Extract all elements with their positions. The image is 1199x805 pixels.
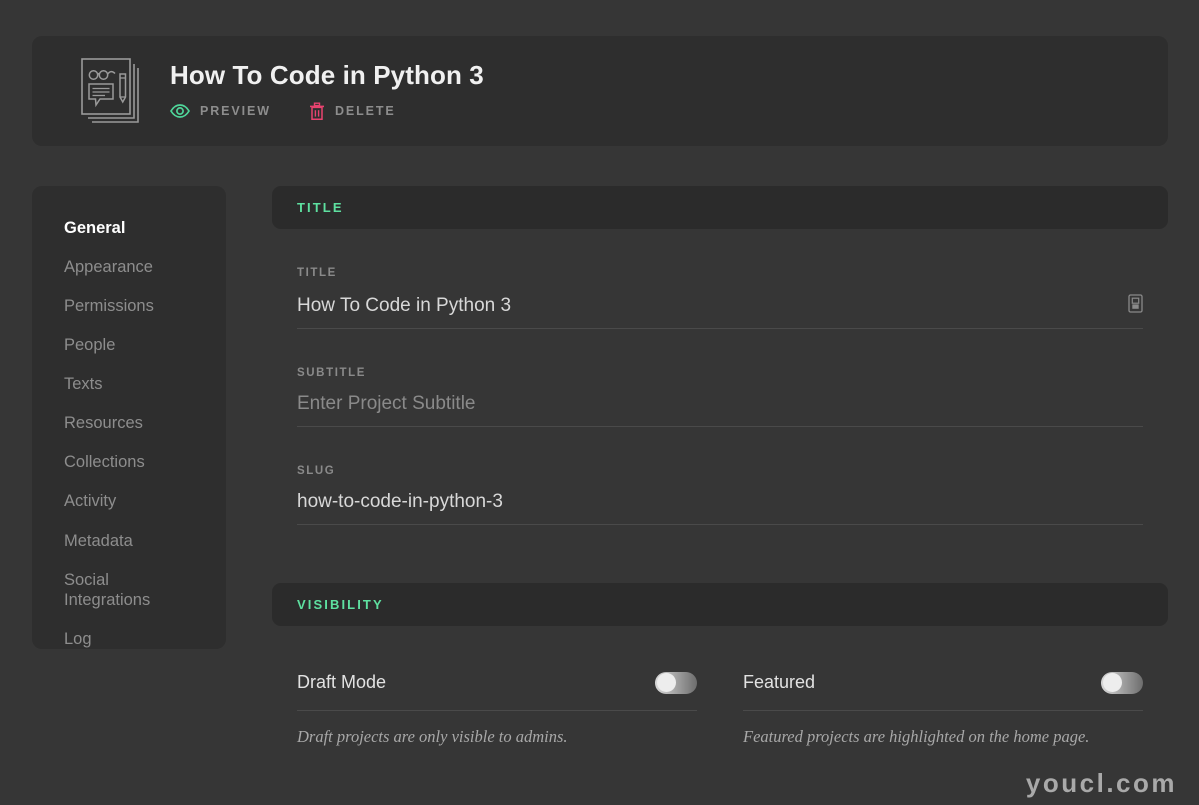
project-stack-icon [80, 57, 148, 125]
app-page: How To Code in Python 3 Preview [0, 0, 1199, 805]
field-title: TITLE How To Code in Python 3 [297, 229, 1143, 329]
sidebar-item-texts[interactable]: Texts [64, 365, 194, 404]
sidebar-item-social-integrations[interactable]: Social Integrations [64, 560, 194, 619]
sidebar-item-permissions[interactable]: Permissions [64, 286, 194, 325]
trash-icon [309, 102, 325, 121]
section-header-title: TITLE [272, 186, 1168, 229]
header-actions: Preview Delete [170, 102, 484, 121]
featured-group: Featured Featured projects are highlight… [743, 671, 1143, 747]
visibility-toggle-grid: Draft Mode Draft projects are only visib… [272, 671, 1168, 747]
featured-toggle[interactable] [1101, 671, 1143, 694]
page-title: How To Code in Python 3 [170, 60, 484, 91]
draft-mode-row: Draft Mode [297, 671, 697, 711]
section-header-visibility-label: VISIBILITY [297, 596, 384, 612]
draft-mode-toggle[interactable] [655, 671, 697, 694]
delete-button[interactable]: Delete [309, 102, 396, 121]
sidebar-item-general[interactable]: General [64, 208, 194, 247]
project-header-card: How To Code in Python 3 Preview [32, 36, 1168, 146]
featured-toggle-knob [1102, 673, 1122, 693]
field-slug-input-row[interactable]: how-to-code-in-python-3 [297, 491, 1143, 525]
draft-mode-label: Draft Mode [297, 672, 387, 693]
sidebar-item-appearance[interactable]: Appearance [64, 247, 194, 286]
visibility-section: VISIBILITY Draft Mode Draft projects are… [272, 582, 1168, 747]
section-header-visibility: VISIBILITY [272, 582, 1168, 626]
draft-mode-group: Draft Mode Draft projects are only visib… [297, 671, 697, 747]
sidebar-item-log[interactable]: Log [64, 619, 194, 658]
featured-label: Featured [743, 672, 816, 693]
field-subtitle: SUBTITLE Enter Project Subtitle [297, 329, 1143, 427]
draft-mode-help-text: Draft projects are only visible to admin… [297, 726, 568, 746]
sidebar-item-activity[interactable]: Activity [64, 482, 194, 521]
sidebar-item-metadata[interactable]: Metadata [64, 521, 194, 560]
eye-icon [170, 104, 190, 119]
field-title-input-row[interactable]: How To Code in Python 3 [297, 294, 1143, 329]
translate-icon[interactable] [1128, 294, 1143, 318]
field-subtitle-label: SUBTITLE [297, 367, 367, 379]
featured-row: Featured [743, 671, 1143, 711]
slug-input[interactable]: how-to-code-in-python-3 [297, 491, 1143, 513]
title-input[interactable]: How To Code in Python 3 [297, 295, 1128, 317]
draft-mode-toggle-knob [656, 673, 676, 693]
field-slug-label: SLUG [297, 464, 336, 477]
sidebar-item-resources[interactable]: Resources [64, 404, 194, 443]
delete-button-label: Delete [334, 104, 396, 119]
field-title-label: TITLE [297, 267, 337, 279]
watermark: youcl.com [1025, 768, 1177, 798]
title-field-group: TITLE How To Code in Python 3 SUBTITLE E… [272, 229, 1168, 525]
header-text-block: How To Code in Python 3 Preview [170, 61, 484, 121]
preview-button-label: Preview [200, 104, 271, 119]
section-header-title-label: TITLE [297, 200, 344, 215]
sidebar-item-collections[interactable]: Collections [64, 443, 194, 482]
featured-help-text: Featured projects are highlighted on the… [743, 726, 1090, 746]
subtitle-input[interactable]: Enter Project Subtitle [297, 393, 1143, 415]
sidebar-item-people[interactable]: People [64, 325, 194, 364]
settings-sidebar: General Appearance Permissions People Te… [32, 186, 226, 649]
field-subtitle-input-row[interactable]: Enter Project Subtitle [297, 393, 1143, 427]
field-slug: SLUG how-to-code-in-python-3 [297, 427, 1143, 525]
settings-content: TITLE TITLE How To Code in Python 3 SUBT… [272, 186, 1168, 747]
preview-button[interactable]: Preview [170, 104, 271, 118]
